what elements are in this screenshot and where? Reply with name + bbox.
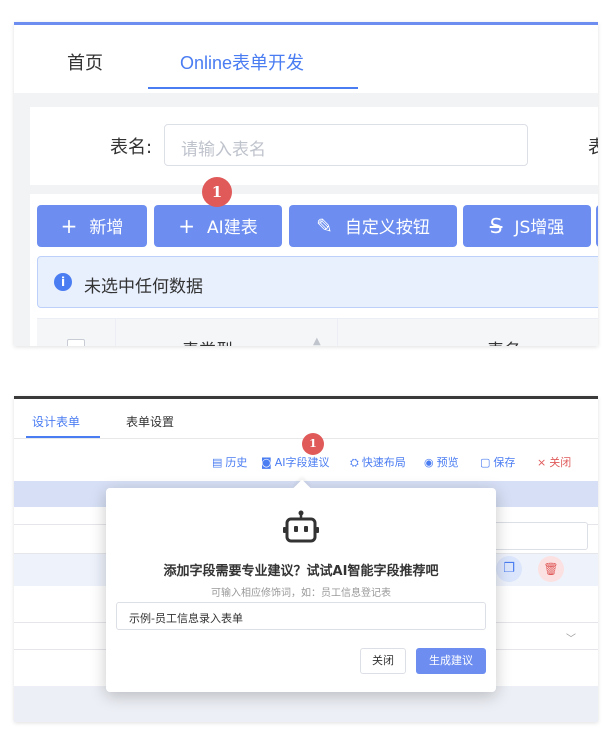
tab-home[interactable]: 首页 [67, 49, 103, 75]
chevron-down-icon: ﹀ [566, 634, 576, 645]
table-name-input[interactable]: 请输入表名 [164, 124, 528, 166]
add-button[interactable]: + 新增 [37, 205, 147, 247]
top-dark-line [14, 396, 598, 399]
robot-icon [283, 510, 319, 543]
form-description-value: 示例-员工信息录入表单 [129, 612, 243, 625]
custom-button-label: 自定义按钮 [344, 218, 430, 238]
table-name-placeholder: 请输入表名 [181, 140, 266, 160]
close-button[interactable]: × 关闭 [537, 454, 571, 470]
plus-icon: + [178, 214, 196, 238]
second-filter-label: 表 [588, 137, 598, 158]
search-form: 表名: 请输入表名 表 [30, 107, 598, 185]
canvas-field-input[interactable] [482, 522, 588, 550]
form-designer-panel: 设计表单 表单设置 ▤ 历史 ◙ AI字段建议 ⛭ 快速布局 ◉ 预览 ▢ 保存 × 关闭 … [14, 396, 598, 722]
quick-layout-button[interactable]: ⛭ 快速布局 [350, 454, 406, 470]
plus-icon: + [60, 214, 78, 238]
step-badge: 1 [202, 177, 232, 207]
selection-alert-text: 未选中任何数据 [84, 277, 203, 297]
ai-create-table-button[interactable]: + AI建表 [154, 205, 282, 247]
layout-icon: ⛭ [350, 456, 359, 469]
step-badge: 1 [302, 433, 324, 455]
more-button-edge[interactable] [596, 205, 598, 247]
save-button[interactable]: ▢ 保存 [480, 454, 515, 470]
history-label: 历史 [225, 456, 248, 469]
tab-form-settings[interactable]: 表单设置 [126, 413, 174, 430]
popover-hint: 可输入相应修饰词，如：员工信息登记表 [211, 588, 391, 599]
column-divider [337, 319, 338, 346]
ai-field-suggest-label: AI字段建议 [274, 456, 330, 469]
table-name-label: 表名: [110, 137, 153, 158]
save-icon: ▢ [480, 456, 491, 469]
online-form-list-panel: 首页 Online表单开发 表名: 请输入表名 表 + 新增 + AI建表 ✎ 自定义… [14, 22, 598, 346]
save-label: 保存 [493, 456, 516, 469]
table-header: 表类型 ▲ 表名 [37, 318, 598, 346]
preview-button[interactable]: ◉ 预览 [424, 454, 459, 470]
js-enhance-button[interactable]: S JS增强 [463, 205, 591, 247]
select-all-checkbox[interactable] [67, 339, 85, 346]
quick-layout-label: 快速布局 [361, 456, 406, 469]
eye-icon: ◉ [424, 456, 434, 469]
column-divider [115, 319, 116, 346]
popover-close-button[interactable]: 关闭 [360, 648, 406, 674]
column-header-table-type[interactable]: 表类型 [182, 336, 233, 346]
screenshot-root: 首页 Online表单开发 表名: 请输入表名 表 + 新增 + AI建表 ✎ 自定义… [0, 0, 605, 732]
close-icon: × [537, 456, 547, 469]
tab-design-form[interactable]: 设计表单 [32, 413, 80, 430]
robot-icon: ◙ [261, 456, 272, 469]
popover-title: 添加字段需要专业建议？试试AI智能字段推荐吧 [163, 564, 439, 579]
form-description-input[interactable]: 示例-员工信息录入表单 [116, 602, 486, 630]
tab-online-form-dev[interactable]: Online表单开发 [180, 49, 304, 75]
pen-icon: ✎ [316, 214, 333, 238]
delete-icon[interactable]: 🗑 [538, 556, 564, 582]
ai-field-suggest-button[interactable]: ◙ AI字段建议 [261, 454, 329, 470]
ai-create-table-label: AI建表 [207, 218, 258, 238]
add-button-label: 新增 [89, 218, 124, 238]
close-label: 关闭 [549, 456, 572, 469]
copy-icon[interactable]: ❐ [496, 556, 522, 582]
sort-caret-icon[interactable]: ▲ [313, 336, 321, 346]
selection-alert: i 未选中任何数据 [37, 256, 598, 308]
list-toolbar-area: + 新增 + AI建表 ✎ 自定义按钮 S JS增强 1 i 未选中任何数据 表类型 ▲ [30, 177, 598, 346]
info-icon: i [54, 273, 72, 291]
active-tab-indicator [148, 87, 358, 89]
strikethrough-s-icon: S [489, 214, 503, 238]
generate-suggestion-button[interactable]: 生成建议 [416, 648, 486, 674]
column-header-table-name[interactable]: 表名 [487, 336, 521, 346]
history-button[interactable]: ▤ 历史 [212, 454, 247, 470]
js-enhance-label: JS增强 [514, 218, 565, 238]
preview-label: 预览 [436, 456, 459, 469]
history-icon: ▤ [212, 456, 223, 469]
custom-button-button[interactable]: ✎ 自定义按钮 [289, 205, 457, 247]
tab-bar: 首页 Online表单开发 [14, 25, 598, 93]
ai-suggest-popover: 添加字段需要专业建议？试试AI智能字段推荐吧 可输入相应修饰词，如：员工信息登记… [106, 479, 496, 692]
